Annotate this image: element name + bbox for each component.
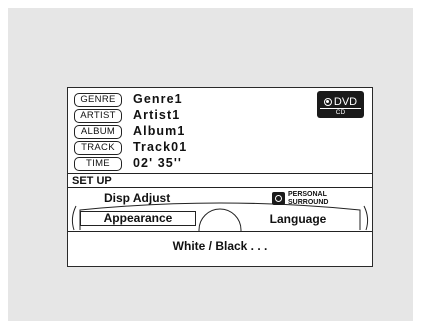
genre-value: Genre1 [133,92,183,106]
setup-menu: Disp Adjust PERSONAL SURROUND Appearance… [68,187,372,232]
time-value: 02' 35'' [133,156,182,170]
language-item[interactable]: Language [263,212,333,226]
genre-tag: GENRE [74,93,122,107]
status-line: White / Black . . . [172,239,268,253]
nav-display-screen: GENRE Genre1 ARTIST Artist1 ALBUM Album1… [67,87,373,267]
dvd-label: DVD [333,95,358,108]
album-tag: ALBUM [74,125,122,139]
personal-surround-line1: PERSONAL [288,191,327,198]
track-value: Track01 [133,140,188,154]
album-value: Album1 [133,124,186,138]
background-panel: GENRE Genre1 ARTIST Artist1 ALBUM Album1… [8,8,413,321]
setup-title: SET UP [68,173,372,187]
time-tag: TIME [74,157,122,171]
track-tag: TRACK [74,141,122,155]
personal-surround-label[interactable]: PERSONAL SURROUND [288,191,328,206]
artist-tag: ARTIST [74,109,122,123]
personal-surround-line2: SURROUND [288,198,329,206]
appearance-button[interactable]: Appearance [80,211,196,226]
disp-adjust-item[interactable]: Disp Adjust [104,191,170,205]
disc-icon [323,97,332,106]
artist-value: Artist1 [133,108,181,122]
cd-label: CD [335,109,346,116]
source-badge: DVD CD [317,91,364,118]
personal-surround-icon [272,192,285,205]
